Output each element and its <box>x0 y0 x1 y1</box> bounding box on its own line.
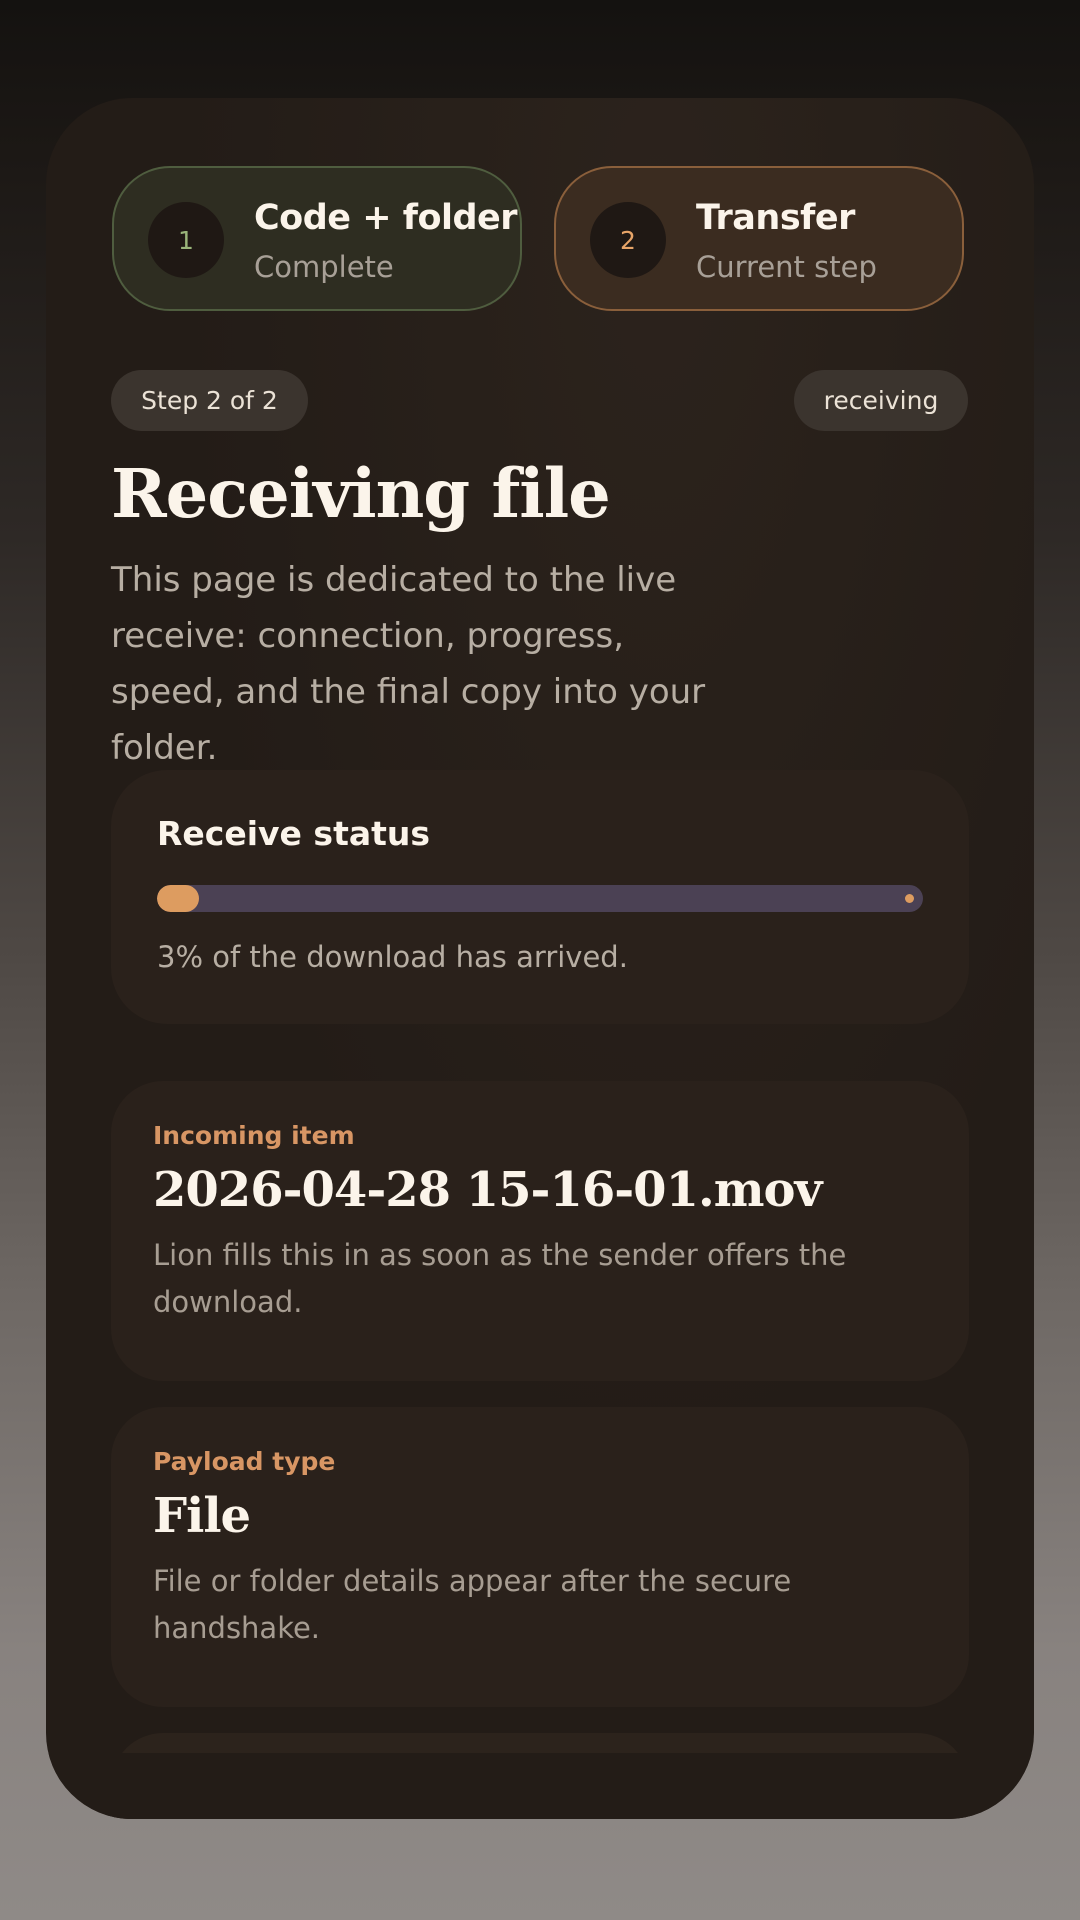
step-indicator-code-folder[interactable]: 1 Code + folder Complete <box>112 166 522 311</box>
step-status: Complete <box>254 250 394 284</box>
page-title: Receiving file <box>111 454 611 533</box>
incoming-item-description: Lion fills this in as soon as the sender… <box>153 1238 847 1319</box>
payload-type-card: Payload type File File or folder details… <box>111 1407 969 1707</box>
receive-status-panel: Receive status 3% of the download has ar… <box>111 770 969 1024</box>
step-status: Current step <box>696 250 877 284</box>
transfer-card: 1 Code + folder Complete 2 Transfer Curr… <box>46 98 1034 1819</box>
download-progress-fill <box>157 885 199 912</box>
payload-type-label: Payload type <box>153 1447 336 1476</box>
incoming-file-name: 2026-04-28 15-16-01.mov <box>153 1162 822 1218</box>
payload-type-value: File <box>153 1488 251 1544</box>
card-bottom-mask <box>46 1753 1034 1819</box>
receive-status-title: Receive status <box>157 814 431 853</box>
step-title: Transfer <box>696 198 855 238</box>
payload-type-description: File or folder details appear after the … <box>153 1564 792 1645</box>
progress-end-dot <box>905 894 914 903</box>
step-number-badge: 1 <box>148 202 224 278</box>
download-progress-bar <box>157 885 923 912</box>
step-title: Code + folder <box>254 198 518 238</box>
page-description: This page is dedicated to the live recei… <box>111 560 706 768</box>
step-number-badge: 2 <box>590 202 666 278</box>
step-indicator-transfer[interactable]: 2 Transfer Current step <box>554 166 964 311</box>
step-counter-chip: Step 2 of 2 <box>111 370 308 431</box>
incoming-item-label: Incoming item <box>153 1121 355 1150</box>
incoming-item-card: Incoming item 2026-04-28 15-16-01.mov Li… <box>111 1081 969 1381</box>
progress-caption: 3% of the download has arrived. <box>157 940 628 974</box>
transfer-state-badge: receiving <box>794 370 968 431</box>
